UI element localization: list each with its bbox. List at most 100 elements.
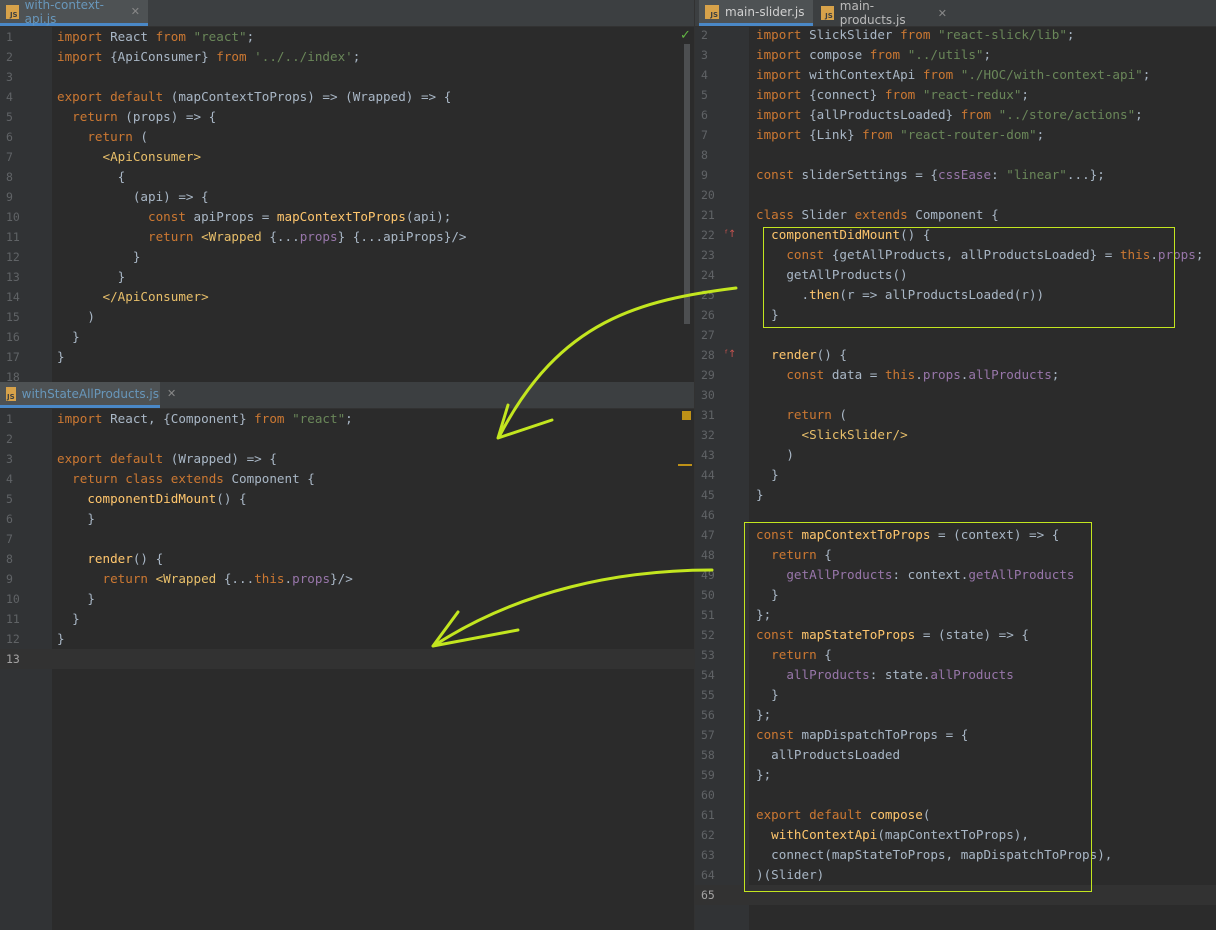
- code-line[interactable]: 30: [695, 385, 1216, 405]
- line-number: 5: [701, 88, 708, 102]
- line-number: 30: [701, 388, 715, 402]
- tab-label: main-slider.js: [725, 4, 805, 19]
- code-line[interactable]: 8 {: [0, 167, 694, 187]
- tab-with-context-api[interactable]: JS with-context-api.js ✕: [0, 0, 148, 26]
- code-line[interactable]: 15 ): [0, 307, 694, 327]
- editor-pane-with-state-all-products[interactable]: JS withStateAllProducts.js ✕ 1 import Rea…: [0, 382, 694, 930]
- line-number: 1: [6, 30, 13, 44]
- code-line[interactable]: 9 const sliderSettings = {cssEase: "linea…: [695, 165, 1216, 185]
- code-line[interactable]: 1 import React from "react";: [0, 27, 694, 47]
- code-line[interactable]: 20: [695, 185, 1216, 205]
- code-text: export default (mapContextToProps) => (W…: [57, 89, 452, 104]
- code-text: return class extends Component {: [72, 471, 315, 486]
- code-text: export default (Wrapped) => {: [57, 451, 277, 466]
- code-text: }: [57, 249, 141, 264]
- code-line[interactable]: 6 return (: [0, 127, 694, 147]
- code-line[interactable]: 12 }: [0, 247, 694, 267]
- line-number: 46: [701, 508, 715, 522]
- line-number: 44: [701, 468, 715, 482]
- code-line[interactable]: 10 }: [0, 589, 694, 609]
- error-stripe-mark[interactable]: [678, 464, 692, 466]
- code-line[interactable]: 8: [695, 145, 1216, 165]
- line-number: 5: [6, 110, 13, 124]
- code-text: componentDidMount() {: [87, 491, 247, 506]
- code-line[interactable]: 10 const apiProps = mapContextToProps(ap…: [0, 207, 694, 227]
- code-text: import {allProductsLoaded} from "../stor…: [756, 107, 1143, 122]
- code-line[interactable]: 6 import {allProductsLoaded} from "../sto…: [695, 105, 1216, 125]
- code-line[interactable]: 4 return class extends Component {: [0, 469, 694, 489]
- code-line[interactable]: 6 }: [0, 509, 694, 529]
- editor-pane-main-slider[interactable]: JS main-slider.js JS main-products.js ✕ …: [694, 0, 1216, 930]
- close-icon[interactable]: ✕: [131, 5, 140, 18]
- tab-main-products[interactable]: JS main-products.js ✕: [815, 0, 955, 27]
- code-line[interactable]: 11 return <Wrapped {...props} {...apiPro…: [0, 227, 694, 247]
- code-text: }: [57, 591, 95, 606]
- line-number: 8: [701, 148, 708, 162]
- code-text: return (props) => {: [72, 109, 217, 124]
- code-line[interactable]: 13: [0, 649, 694, 669]
- tab-bar: JS withStateAllProducts.js ✕: [0, 382, 694, 409]
- override-icon[interactable]: ᶠ↑: [725, 229, 736, 240]
- close-icon[interactable]: ✕: [167, 387, 176, 400]
- code-line[interactable]: 13 }: [0, 267, 694, 287]
- line-number: 21: [701, 208, 715, 222]
- code-line[interactable]: 5 import {connect} from "react-redux";: [695, 85, 1216, 105]
- line-number: 55: [701, 688, 715, 702]
- code-line[interactable]: 3: [0, 67, 694, 87]
- line-number: 9: [701, 168, 708, 182]
- code-line[interactable]: 5 componentDidMount() {: [0, 489, 694, 509]
- code-text: return <Wrapped {...props} {...apiProps}…: [148, 229, 467, 244]
- code-line[interactable]: 14 </ApiConsumer>: [0, 287, 694, 307]
- code-line[interactable]: 16 }: [0, 327, 694, 347]
- code-text: ): [756, 447, 794, 462]
- close-icon[interactable]: ✕: [938, 7, 947, 20]
- code-line[interactable]: 7 import {Link} from "react-router-dom";: [695, 125, 1216, 145]
- code-line[interactable]: 45}: [695, 485, 1216, 505]
- code-line[interactable]: 4 export default (mapContextToProps) => (…: [0, 87, 694, 107]
- line-number: 29: [701, 368, 715, 382]
- code-line[interactable]: 28 render() {: [695, 345, 1216, 365]
- code-line[interactable]: 43 ): [695, 445, 1216, 465]
- warning-marker[interactable]: [682, 411, 691, 420]
- code-text: ): [57, 309, 95, 324]
- line-number: 10: [6, 210, 20, 224]
- line-number: 63: [701, 848, 715, 862]
- code-line[interactable]: 7: [0, 529, 694, 549]
- code-line[interactable]: 9 return <Wrapped {...this.props}/>: [0, 569, 694, 589]
- code-text: </ApiConsumer>: [102, 289, 209, 304]
- code-line[interactable]: 7 <ApiConsumer>: [0, 147, 694, 167]
- override-icon[interactable]: ᶠ↑: [725, 349, 736, 360]
- tab-main-slider[interactable]: JS main-slider.js: [699, 0, 813, 26]
- code-line[interactable]: 1 import React, {Component} from "react";: [0, 409, 694, 429]
- editor-pane-with-context-api[interactable]: JS with-context-api.js ✕ 1 import React f…: [0, 0, 694, 382]
- line-number: 17: [6, 350, 20, 364]
- code-line[interactable]: 11 }: [0, 609, 694, 629]
- code-line[interactable]: 4 import withContextApi from "./HOC/with-…: [695, 65, 1216, 85]
- code-line[interactable]: 3 export default (Wrapped) => {: [0, 449, 694, 469]
- code-line[interactable]: 8 render() {: [0, 549, 694, 569]
- tab-label: withStateAllProducts.js: [21, 386, 159, 401]
- code-area[interactable]: 1 import React, {Component} from "react";…: [0, 409, 694, 930]
- code-line[interactable]: 31 return (: [695, 405, 1216, 425]
- code-text: }: [756, 487, 764, 502]
- line-number: 2: [6, 50, 13, 64]
- code-line[interactable]: 32 <SlickSlider/>: [695, 425, 1216, 445]
- scrollbar-thumb[interactable]: [684, 44, 690, 324]
- line-number: 23: [701, 248, 715, 262]
- code-line[interactable]: 17}: [0, 347, 694, 367]
- code-line[interactable]: 29 const data = this.props.allProducts;: [695, 365, 1216, 385]
- code-line[interactable]: 3 import compose from "../utils";: [695, 45, 1216, 65]
- code-line[interactable]: 44 }: [695, 465, 1216, 485]
- code-line[interactable]: 2: [0, 429, 694, 449]
- code-line[interactable]: 2 import {ApiConsumer} from '../../index'…: [0, 47, 694, 67]
- tab-with-state-all-products[interactable]: JS withStateAllProducts.js ✕: [0, 382, 176, 408]
- code-line[interactable]: 18: [0, 367, 694, 382]
- code-line[interactable]: 21 class Slider extends Component {: [695, 205, 1216, 225]
- code-line[interactable]: 12}: [0, 629, 694, 649]
- code-text: return (: [786, 407, 848, 422]
- code-area[interactable]: 1 import React from "react"; 2 import {ApiC…: [0, 27, 694, 382]
- code-line[interactable]: 2 import SlickSlider from "react-slick/li…: [695, 25, 1216, 45]
- code-line[interactable]: 9 (api) => {: [0, 187, 694, 207]
- code-line[interactable]: 27: [695, 325, 1216, 345]
- code-line[interactable]: 5 return (props) => {: [0, 107, 694, 127]
